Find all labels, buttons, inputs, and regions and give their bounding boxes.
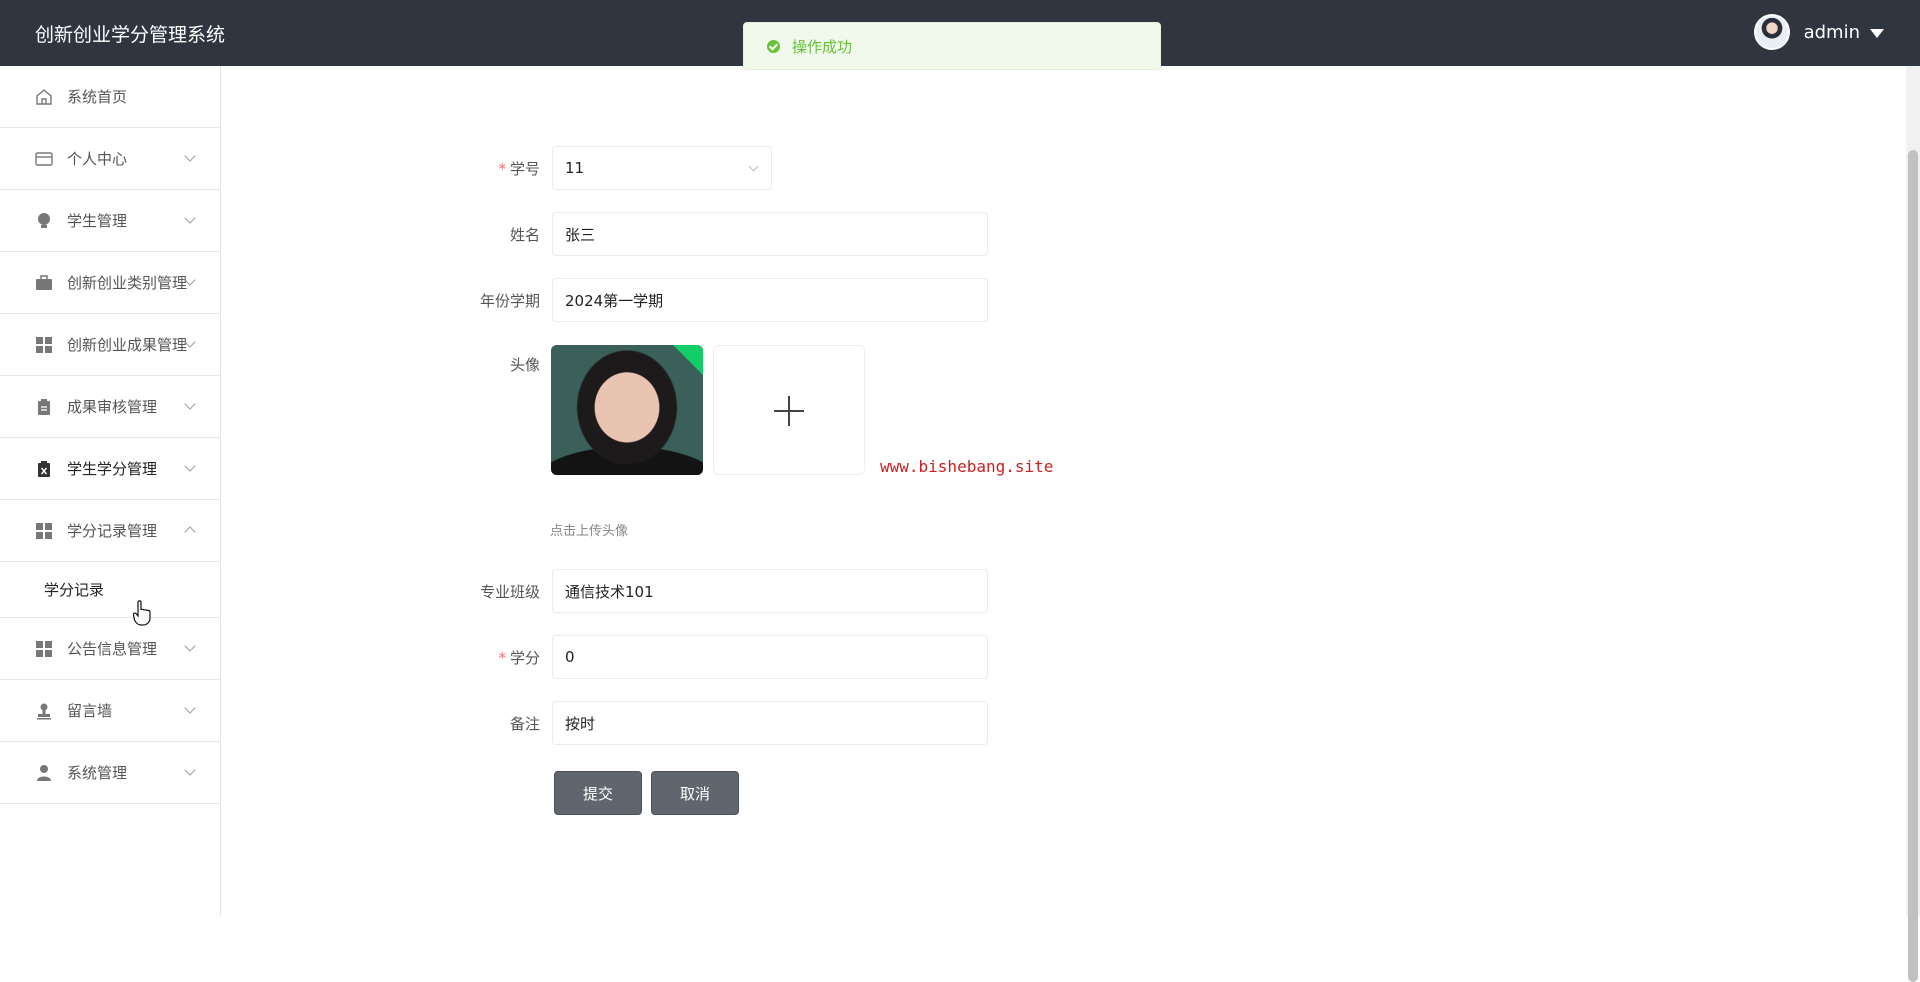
sidebar-item-review[interactable]: 成果审核管理 <box>0 376 220 438</box>
chevron-down-icon <box>184 460 196 472</box>
student-id-value: 11 <box>565 159 585 177</box>
name-field[interactable]: 张三 <box>552 212 988 256</box>
sidebar: 系统首页 个人中心 学生管理 创新创业类别管理 创新创业成果管理 成果审核管理 <box>0 66 221 916</box>
sidebar-item-label: 留言墙 <box>67 702 113 720</box>
grid-icon <box>35 522 53 540</box>
form-row-class: 专业班级 通信技术101 <box>460 569 988 613</box>
sidebar-item-notices[interactable]: 公告信息管理 <box>0 618 220 680</box>
grid-icon <box>35 336 53 354</box>
student-id-label: * 学号 <box>498 159 540 178</box>
credit-field[interactable]: 0 <box>552 635 988 679</box>
avatar-upload-hint: 点击上传头像 <box>550 524 629 539</box>
stamp-icon <box>35 702 53 720</box>
caret-down-icon[interactable] <box>1870 28 1884 38</box>
form-row-name: 姓名 张三 <box>460 212 988 256</box>
avatar-label: 头像 <box>509 356 540 374</box>
name-label: 姓名 <box>509 225 540 244</box>
clipboard-x-icon <box>35 460 53 478</box>
sidebar-item-label: 系统管理 <box>67 764 128 782</box>
chevron-down-icon <box>184 150 196 162</box>
sidebar-item-label: 学生学分管理 <box>67 460 158 478</box>
home-icon <box>35 88 53 106</box>
remark-field[interactable]: 按时 <box>552 701 988 745</box>
student-id-select[interactable]: 11 <box>552 146 772 190</box>
form-row-remark: 备注 按时 <box>460 701 988 745</box>
sidebar-subitem-credit-record[interactable]: 学分记录 <box>0 562 220 618</box>
sidebar-item-label: 创新创业类别管理 <box>67 274 188 292</box>
sidebar-item-profile[interactable]: 个人中心 <box>0 128 220 190</box>
class-field[interactable]: 通信技术101 <box>552 569 988 613</box>
remark-label: 备注 <box>509 714 540 733</box>
semester-field[interactable]: 2024第一学期 <box>552 278 988 322</box>
bulb-icon <box>35 212 53 230</box>
avatar-photo[interactable] <box>551 345 703 475</box>
sidebar-item-label: 学生管理 <box>67 212 128 230</box>
chevron-down-icon <box>184 398 196 410</box>
chevron-up-icon <box>184 526 196 538</box>
class-label: 专业班级 <box>479 582 540 601</box>
user-menu[interactable]: admin <box>1753 14 1884 50</box>
sidebar-item-credit-records[interactable]: 学分记录管理 <box>0 500 220 562</box>
watermark-text: www.bishebang.site <box>880 457 1054 476</box>
sidebar-item-home[interactable]: 系统首页 <box>0 66 220 128</box>
chevron-down-icon <box>184 702 196 714</box>
form-row-avatar: 头像 <box>460 354 552 375</box>
wallet-icon <box>35 150 53 168</box>
upload-success-corner <box>673 345 703 375</box>
chevron-down-icon <box>184 764 196 776</box>
form-row-credit: * 学分 0 <box>460 635 988 679</box>
chevron-down-icon <box>748 161 759 172</box>
chevron-down-icon <box>184 212 196 224</box>
sidebar-item-message-wall[interactable]: 留言墙 <box>0 680 220 742</box>
sidebar-item-achievements[interactable]: 创新创业成果管理 <box>0 314 220 376</box>
scrollbar-thumb[interactable] <box>1908 150 1918 982</box>
hand-cursor-icon <box>133 600 151 626</box>
sidebar-item-students[interactable]: 学生管理 <box>0 190 220 252</box>
cancel-button[interactable]: 取消 <box>651 771 739 815</box>
submit-button[interactable]: 提交 <box>554 771 642 815</box>
sidebar-item-label: 学分记录管理 <box>67 522 158 540</box>
page-scrollbar[interactable] <box>1906 66 1920 982</box>
user-name[interactable]: admin <box>1804 22 1860 43</box>
form-row-semester: 年份学期 2024第一学期 <box>460 278 988 322</box>
chevron-down-icon <box>184 640 196 652</box>
toast-message: 操作成功 <box>792 37 853 56</box>
credit-label: * 学分 <box>498 648 540 667</box>
user-icon <box>35 764 53 782</box>
success-check-icon <box>767 39 780 53</box>
clipboard-icon <box>35 398 53 416</box>
avatar-upload-button[interactable] <box>713 345 865 475</box>
grid-icon <box>35 640 53 658</box>
sidebar-item-system[interactable]: 系统管理 <box>0 742 220 804</box>
sidebar-item-category[interactable]: 创新创业类别管理 <box>0 252 220 314</box>
sidebar-item-credits[interactable]: 学生学分管理 <box>0 438 220 500</box>
briefcase-icon <box>35 274 53 292</box>
semester-label: 年份学期 <box>479 291 540 310</box>
app-title: 创新创业学分管理系统 <box>35 23 226 46</box>
sidebar-item-label: 系统首页 <box>67 88 128 106</box>
sidebar-item-label: 成果审核管理 <box>67 398 158 416</box>
sidebar-item-label: 创新创业成果管理 <box>67 336 188 354</box>
form-row-student-id: * 学号 11 <box>460 146 772 190</box>
plus-icon-vertical <box>788 396 790 426</box>
success-toast: 操作成功 <box>743 22 1161 70</box>
avatar[interactable] <box>1753 14 1790 50</box>
sidebar-item-label: 公告信息管理 <box>67 640 158 658</box>
sidebar-item-label: 个人中心 <box>67 150 128 168</box>
